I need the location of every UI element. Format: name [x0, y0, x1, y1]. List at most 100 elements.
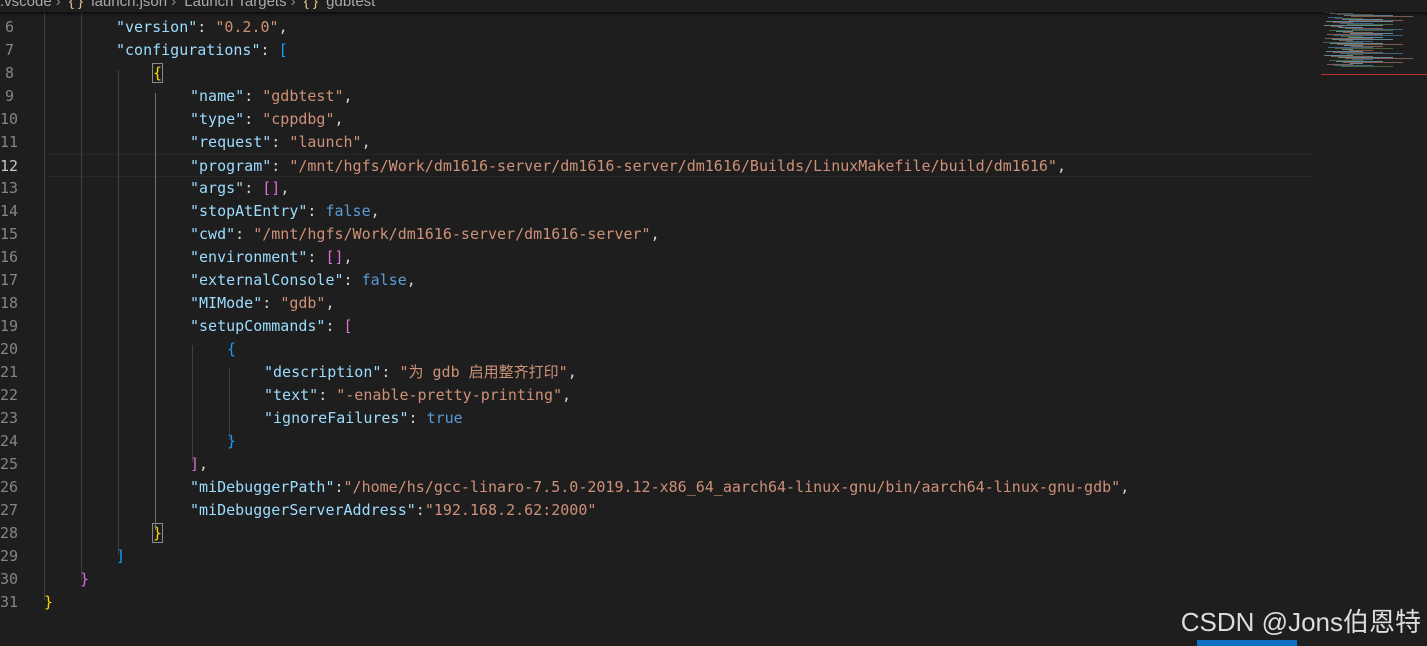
code-token: :: [408, 408, 427, 427]
code-line[interactable]: 22 "text": "-enable-pretty-printing",: [0, 384, 1315, 407]
code-text: "miDebuggerServerAddress":"192.168.2.62:…: [190, 499, 596, 522]
code-line[interactable]: 16 "environment": [],: [0, 246, 1315, 269]
indent-guide: [44, 0, 45, 600]
code-token: ,: [406, 270, 416, 289]
code-token: "192.168.2.62:2000": [424, 500, 597, 519]
code-line[interactable]: 19 "setupCommands": [: [0, 315, 1315, 338]
code-token: ,: [280, 178, 290, 197]
line-number: 9: [4, 86, 14, 105]
code-token: "为 gdb 启用整齐打印": [399, 362, 568, 381]
code-token: "request": [190, 132, 272, 151]
code-line[interactable]: 7 "configurations": [: [0, 39, 1315, 62]
object-braces-icon: { }: [303, 0, 318, 10]
code-token: {: [151, 62, 164, 83]
code-line[interactable]: 23 "ignoreFailures": true: [0, 407, 1315, 430]
code-token: ,: [325, 293, 335, 312]
code-token: :: [271, 132, 290, 151]
line-number: 7: [4, 40, 14, 59]
code-line[interactable]: 31}: [0, 591, 1315, 614]
code-line[interactable]: 10 "type": "cppdbg",: [0, 108, 1315, 131]
code-token: :: [260, 40, 279, 59]
code-line[interactable]: 25],: [0, 453, 1315, 476]
code-token: :: [307, 247, 326, 266]
line-number: 12: [0, 156, 19, 175]
breadcrumb-folder[interactable]: .vscode: [0, 0, 52, 10]
code-token: "cwd": [190, 224, 236, 243]
code-token: ,: [567, 362, 577, 381]
code-token: "type": [190, 109, 245, 128]
code-token: :: [262, 293, 281, 312]
code-token: []: [325, 247, 344, 266]
code-line[interactable]: 13 "args": [],: [0, 177, 1315, 200]
code-line[interactable]: 17 "externalConsole": false,: [0, 269, 1315, 292]
code-line[interactable]: 12 "program": "/mnt/hgfs/Work/dm1616-serv…: [0, 153, 1315, 177]
chevron-right-icon: ›: [55, 0, 61, 10]
code-token: "stopAtEntry": [190, 201, 308, 220]
line-number: 25: [0, 454, 19, 473]
line-number: 21: [0, 362, 19, 381]
code-token: ,: [343, 86, 353, 105]
breadcrumb-item[interactable]: gdbtest: [326, 0, 375, 10]
code-token: ,: [199, 454, 209, 473]
breadcrumb-section[interactable]: Launch Targets: [184, 0, 286, 10]
code-token: [: [278, 40, 288, 59]
code-token: ,: [650, 224, 660, 243]
code-token: ,: [343, 247, 353, 266]
code-text: "args": [],: [190, 177, 289, 200]
code-line[interactable]: 20 {: [0, 338, 1315, 361]
line-number: 24: [0, 431, 19, 450]
code-token: :: [307, 201, 326, 220]
code-line[interactable]: 8{: [0, 62, 1315, 85]
code-token: :: [244, 86, 263, 105]
code-editor[interactable]: 5// 欲了解更多信息，请访问: https://go.microsoft.co…: [0, 0, 1315, 646]
line-number: 19: [0, 316, 19, 335]
code-line[interactable]: 21 "description": "为 gdb 启用整齐打印",: [0, 361, 1315, 384]
code-token: :: [318, 385, 337, 404]
code-token: "text": [264, 385, 319, 404]
code-line[interactable]: 18 "MIMode": "gdb",: [0, 292, 1315, 315]
code-token: ,: [361, 132, 371, 151]
indent-guide: [192, 345, 193, 462]
code-line[interactable]: 14 "stopAtEntry": false,: [0, 200, 1315, 223]
line-number: 11: [0, 132, 19, 151]
line-number: 16: [0, 247, 19, 266]
code-token: ,: [562, 385, 572, 404]
code-line[interactable]: 11 "request": "launch",: [0, 131, 1315, 154]
code-token: ,: [370, 201, 380, 220]
code-token: :: [415, 500, 425, 519]
code-line[interactable]: 28}: [0, 522, 1315, 545]
indent-guide: [229, 368, 230, 440]
chevron-right-icon: ›: [290, 0, 296, 10]
code-token: :: [271, 156, 290, 175]
indent-guide: [81, 0, 82, 580]
line-number: 28: [0, 523, 19, 542]
code-token: "gdbtest": [262, 86, 344, 105]
code-token: "MIMode": [190, 293, 263, 312]
code-token: ,: [1120, 477, 1130, 496]
code-token: false: [325, 201, 371, 220]
line-number: 23: [0, 408, 19, 427]
code-line[interactable]: 26 "miDebuggerPath":"/home/hs/gcc-linaro-…: [0, 476, 1315, 499]
code-token: "miDebuggerPath": [190, 477, 335, 496]
code-token: "gdb": [280, 293, 326, 312]
code-token: "environment": [190, 247, 308, 266]
code-text: "text": "-enable-pretty-printing",: [264, 384, 571, 407]
code-text: "request": "launch",: [190, 131, 371, 154]
code-token: "-enable-pretty-printing": [336, 385, 563, 404]
line-number: 8: [4, 63, 14, 82]
code-line[interactable]: 9 "name": "gdbtest",: [0, 85, 1315, 108]
code-line[interactable]: 27 "miDebuggerServerAddress":"192.168.2.6…: [0, 499, 1315, 522]
code-line[interactable]: 29]: [0, 545, 1315, 568]
code-line[interactable]: 15 "cwd": "/mnt/hgfs/Work/dm1616-server/d…: [0, 223, 1315, 246]
code-token: ,: [278, 17, 288, 36]
code-line[interactable]: 24}: [0, 430, 1315, 453]
code-text: {: [227, 338, 236, 361]
code-line[interactable]: 6 "version": "0.2.0",: [0, 16, 1315, 39]
code-token: {: [227, 339, 237, 358]
code-line[interactable]: 30}: [0, 568, 1315, 591]
code-token: :: [235, 224, 254, 243]
code-token: :: [381, 362, 400, 381]
breadcrumb-file[interactable]: launch.json: [91, 0, 167, 10]
code-text: "setupCommands": [: [190, 315, 353, 338]
indent-guide: [155, 93, 156, 530]
